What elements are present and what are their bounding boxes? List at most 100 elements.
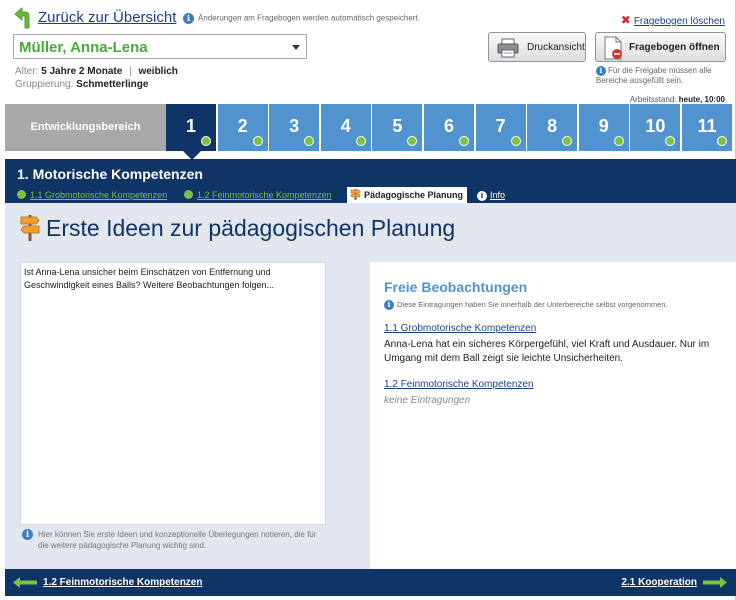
arrow-right-icon[interactable] bbox=[703, 577, 727, 588]
step-tab-number: 9 bbox=[598, 116, 609, 136]
next-section-link[interactable]: 2.1 Kooperation bbox=[621, 577, 697, 588]
age-value: 5 Jahre 2 Monate bbox=[41, 66, 123, 77]
status-done-icon bbox=[201, 136, 211, 146]
step-tab-number: 11 bbox=[697, 116, 717, 136]
free-observations-subtitle: i Diese Eintragungen haben Sie innerhalb … bbox=[384, 300, 668, 311]
subtab-feinmotorik-label: 1.2 Feinmotorische Kompetenzen bbox=[197, 190, 332, 200]
step-tab-3[interactable]: 3 bbox=[269, 104, 320, 151]
child-select-value: Müller, Anna-Lena bbox=[19, 39, 148, 56]
status-done-icon bbox=[355, 136, 366, 146]
age-label: Alter: bbox=[15, 66, 39, 77]
status-done-icon bbox=[562, 136, 573, 146]
step-tab-2[interactable]: 2 bbox=[217, 104, 268, 151]
signpost-icon bbox=[350, 189, 361, 200]
step-tab-number: 5 bbox=[392, 116, 403, 136]
info-icon: i bbox=[183, 13, 194, 24]
step-tab-4[interactable]: 4 bbox=[320, 104, 371, 151]
section-header: 1. Motorische Kompetenzen 1.1 Grobmotori… bbox=[5, 159, 736, 203]
step-tab-10[interactable]: 10 bbox=[630, 104, 681, 151]
print-view-button[interactable]: Druckansicht bbox=[488, 32, 586, 62]
planning-notes-hint: i Hier können Sie erste Ideen und konzept… bbox=[22, 529, 328, 551]
signpost-icon bbox=[20, 215, 40, 241]
subtab-info-label: Info bbox=[490, 190, 506, 200]
open-questionnaire-label: Fragebogen öffnen bbox=[629, 42, 720, 53]
status-done-icon bbox=[717, 136, 727, 146]
document-icon bbox=[604, 36, 622, 60]
autosave-note-text: Änderungen am Fragebogen werden automati… bbox=[198, 13, 420, 23]
progress-value: heute, 10:00 bbox=[678, 95, 725, 104]
step-tab-number: 1 bbox=[185, 116, 196, 136]
autosave-note: i Änderungen am Fragebogen werden automat… bbox=[183, 13, 420, 24]
release-note-text: Für die Freigabe müssen alle Bereiche au… bbox=[596, 66, 712, 86]
observation-heading-grobmotorik[interactable]: 1.1 Grobmotorische Kompetenzen bbox=[384, 323, 536, 334]
back-arrow-icon[interactable] bbox=[14, 7, 34, 29]
step-tab-7[interactable]: 7 bbox=[475, 104, 526, 151]
step-tab-5[interactable]: 5 bbox=[372, 104, 423, 151]
planning-notes-hint-text: Hier können Sie erste Ideen und konzepti… bbox=[38, 530, 317, 550]
step-tab-number: 7 bbox=[495, 116, 506, 136]
arrow-left-icon[interactable] bbox=[13, 577, 37, 588]
release-note: i Für die Freigabe müssen alle Bereiche a… bbox=[596, 66, 716, 86]
info-icon: i bbox=[477, 190, 487, 201]
planning-notes-textarea[interactable]: Ist Anna-Lena unsicher beim Einschätzen … bbox=[20, 262, 326, 525]
step-tab-8[interactable]: 8 bbox=[527, 104, 578, 151]
open-questionnaire-button[interactable]: Fragebogen öffnen bbox=[595, 32, 726, 62]
subtab-feinmotorik[interactable]: 1.2 Feinmotorische Kompetenzen bbox=[184, 187, 332, 203]
subtab-info[interactable]: i Info bbox=[477, 187, 505, 203]
step-tab-number: 3 bbox=[289, 116, 300, 136]
step-tab-9[interactable]: 9 bbox=[578, 104, 629, 151]
print-view-label: Druckansicht bbox=[527, 42, 585, 53]
step-tab-number: 10 bbox=[645, 116, 666, 136]
delete-questionnaire-link[interactable]: ✖ Fragebogen löschen bbox=[621, 13, 725, 27]
child-select[interactable]: Müller, Anna-Lena bbox=[13, 34, 307, 59]
footer-nav: 1.2 Feinmotorische Kompetenzen 2.1 Koope… bbox=[5, 569, 736, 596]
status-done-icon bbox=[407, 136, 418, 146]
observation-text-grobmotorik: Anna-Lena hat ein sicheres Körpergefühl,… bbox=[384, 339, 710, 364]
development-area-label: Entwicklungsbereich bbox=[5, 104, 166, 151]
status-done-icon bbox=[613, 136, 624, 146]
chevron-down-icon bbox=[292, 45, 300, 50]
group-value: Schmetterlinge bbox=[76, 79, 149, 90]
observation-heading-feinmotorik[interactable]: 1.2 Feinmotorische Kompetenzen bbox=[384, 379, 534, 390]
free-observations-title: Freie Beobachtungen bbox=[384, 279, 528, 295]
progress-status: Arbeitsstand: heute, 10:00 bbox=[630, 95, 725, 104]
step-tab-6[interactable]: 6 bbox=[424, 104, 474, 151]
observation-text-feinmotorik: keine Eintragungen bbox=[384, 395, 471, 406]
free-observations-panel: Freie Beobachtungen i Diese Eintragungen … bbox=[370, 262, 736, 569]
back-to-overview-link[interactable]: Zurück zur Übersicht bbox=[38, 9, 176, 26]
status-done-icon bbox=[252, 136, 263, 146]
step-tab-number: 6 bbox=[443, 116, 454, 136]
info-icon: i bbox=[22, 529, 33, 540]
page-heading: Erste Ideen zur pädagogischen Planung bbox=[46, 215, 456, 241]
step-tab-number: 4 bbox=[340, 116, 351, 136]
status-done-icon bbox=[17, 190, 26, 199]
previous-section-link[interactable]: 1.2 Feinmotorische Kompetenzen bbox=[43, 577, 202, 588]
step-tab-number: 8 bbox=[547, 116, 558, 136]
status-done-icon bbox=[459, 136, 469, 146]
gender-value: weiblich bbox=[138, 66, 178, 77]
delete-questionnaire-label: Fragebogen löschen bbox=[633, 16, 725, 27]
app-window: Zurück zur Übersicht i Änderungen am Frag… bbox=[0, 0, 736, 600]
subtab-planning-label: Pädagogische Planung bbox=[364, 190, 464, 200]
printer-icon bbox=[497, 38, 519, 58]
info-icon: i bbox=[384, 300, 394, 311]
section-title: 1. Motorische Kompetenzen bbox=[17, 166, 203, 182]
progress-label: Arbeitsstand: bbox=[629, 95, 677, 104]
development-area-tabs: Entwicklungsbereich 1 2 3 4 5 6 7 8 9 10 11 bbox=[0, 104, 736, 160]
subtab-grobmotorik[interactable]: 1.1 Grobmotorische Kompetenzen bbox=[17, 187, 167, 203]
child-group-info: Gruppierung: Schmetterlinge bbox=[15, 79, 148, 90]
step-tab-number: 2 bbox=[237, 116, 248, 136]
red-x-icon: ✖ bbox=[620, 13, 631, 27]
status-done-icon bbox=[510, 136, 521, 146]
group-label: Gruppierung: bbox=[15, 79, 74, 90]
meta-separator: | bbox=[129, 66, 132, 77]
status-done-icon bbox=[304, 136, 315, 146]
step-tab-11[interactable]: 11 bbox=[682, 104, 732, 151]
main-content: Erste Ideen zur pädagogischen Planung Is… bbox=[5, 203, 736, 569]
status-done-icon bbox=[665, 136, 676, 146]
subtab-planning[interactable]: Pädagogische Planung bbox=[347, 187, 468, 203]
step-tab-1[interactable]: 1 bbox=[166, 104, 216, 160]
status-done-icon bbox=[184, 190, 193, 199]
subtab-grobmotorik-label: 1.1 Grobmotorische Kompetenzen bbox=[30, 190, 168, 200]
free-observations-subtitle-text: Diese Eintragungen haben Sie innerhalb d… bbox=[397, 300, 668, 309]
